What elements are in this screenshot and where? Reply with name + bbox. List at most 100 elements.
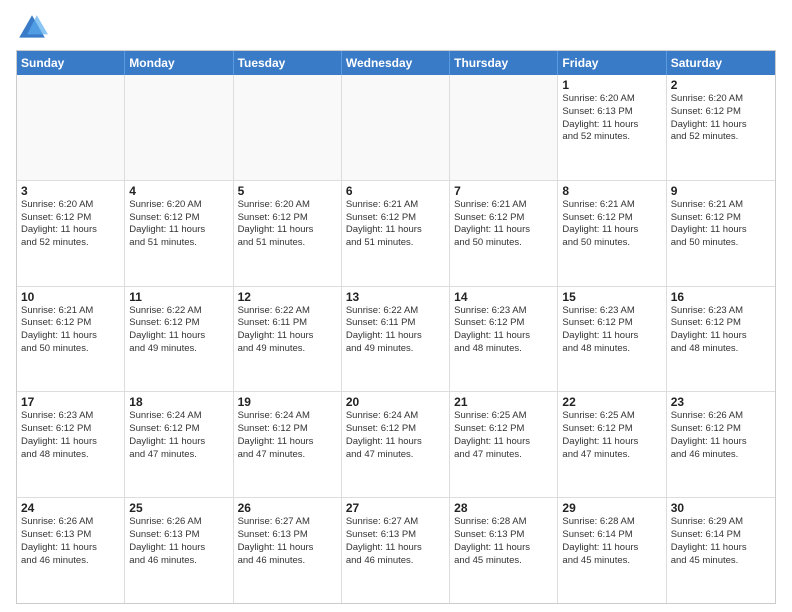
calendar-cell: 5Sunrise: 6:20 AM Sunset: 6:12 PM Daylig… <box>234 181 342 286</box>
cell-day-number: 7 <box>454 184 553 198</box>
calendar-cell: 30Sunrise: 6:29 AM Sunset: 6:14 PM Dayli… <box>667 498 775 603</box>
cell-day-number: 22 <box>562 395 661 409</box>
cell-info-text: Sunrise: 6:25 AM Sunset: 6:12 PM Dayligh… <box>562 410 661 461</box>
calendar-cell <box>125 75 233 180</box>
calendar-cell: 6Sunrise: 6:21 AM Sunset: 6:12 PM Daylig… <box>342 181 450 286</box>
cell-day-number: 5 <box>238 184 337 198</box>
calendar-header-cell: Tuesday <box>234 51 342 75</box>
cell-day-number: 17 <box>21 395 120 409</box>
cell-day-number: 27 <box>346 501 445 515</box>
calendar-cell: 14Sunrise: 6:23 AM Sunset: 6:12 PM Dayli… <box>450 287 558 392</box>
cell-day-number: 3 <box>21 184 120 198</box>
calendar-header-row: SundayMondayTuesdayWednesdayThursdayFrid… <box>17 51 775 75</box>
cell-info-text: Sunrise: 6:26 AM Sunset: 6:13 PM Dayligh… <box>21 516 120 567</box>
cell-day-number: 6 <box>346 184 445 198</box>
calendar-week: 1Sunrise: 6:20 AM Sunset: 6:13 PM Daylig… <box>17 75 775 180</box>
cell-day-number: 16 <box>671 290 771 304</box>
cell-day-number: 9 <box>671 184 771 198</box>
cell-info-text: Sunrise: 6:26 AM Sunset: 6:12 PM Dayligh… <box>671 410 771 461</box>
calendar-cell: 27Sunrise: 6:27 AM Sunset: 6:13 PM Dayli… <box>342 498 450 603</box>
calendar-header-cell: Wednesday <box>342 51 450 75</box>
cell-info-text: Sunrise: 6:21 AM Sunset: 6:12 PM Dayligh… <box>562 199 661 250</box>
calendar-header-cell: Saturday <box>667 51 775 75</box>
calendar-cell: 13Sunrise: 6:22 AM Sunset: 6:11 PM Dayli… <box>342 287 450 392</box>
cell-info-text: Sunrise: 6:27 AM Sunset: 6:13 PM Dayligh… <box>346 516 445 567</box>
calendar-cell: 7Sunrise: 6:21 AM Sunset: 6:12 PM Daylig… <box>450 181 558 286</box>
calendar-cell: 4Sunrise: 6:20 AM Sunset: 6:12 PM Daylig… <box>125 181 233 286</box>
cell-day-number: 11 <box>129 290 228 304</box>
cell-info-text: Sunrise: 6:29 AM Sunset: 6:14 PM Dayligh… <box>671 516 771 567</box>
cell-info-text: Sunrise: 6:20 AM Sunset: 6:12 PM Dayligh… <box>21 199 120 250</box>
cell-day-number: 4 <box>129 184 228 198</box>
cell-day-number: 1 <box>562 78 661 92</box>
cell-info-text: Sunrise: 6:23 AM Sunset: 6:12 PM Dayligh… <box>671 305 771 356</box>
cell-info-text: Sunrise: 6:22 AM Sunset: 6:11 PM Dayligh… <box>238 305 337 356</box>
cell-info-text: Sunrise: 6:25 AM Sunset: 6:12 PM Dayligh… <box>454 410 553 461</box>
calendar-cell: 28Sunrise: 6:28 AM Sunset: 6:13 PM Dayli… <box>450 498 558 603</box>
cell-day-number: 29 <box>562 501 661 515</box>
calendar-header-cell: Friday <box>558 51 666 75</box>
calendar-header-cell: Sunday <box>17 51 125 75</box>
calendar-week: 17Sunrise: 6:23 AM Sunset: 6:12 PM Dayli… <box>17 391 775 497</box>
cell-info-text: Sunrise: 6:24 AM Sunset: 6:12 PM Dayligh… <box>129 410 228 461</box>
calendar-cell: 22Sunrise: 6:25 AM Sunset: 6:12 PM Dayli… <box>558 392 666 497</box>
cell-info-text: Sunrise: 6:28 AM Sunset: 6:14 PM Dayligh… <box>562 516 661 567</box>
cell-info-text: Sunrise: 6:24 AM Sunset: 6:12 PM Dayligh… <box>346 410 445 461</box>
calendar-cell: 24Sunrise: 6:26 AM Sunset: 6:13 PM Dayli… <box>17 498 125 603</box>
calendar-cell: 21Sunrise: 6:25 AM Sunset: 6:12 PM Dayli… <box>450 392 558 497</box>
cell-day-number: 23 <box>671 395 771 409</box>
header <box>16 12 776 44</box>
cell-info-text: Sunrise: 6:20 AM Sunset: 6:12 PM Dayligh… <box>129 199 228 250</box>
calendar-cell: 18Sunrise: 6:24 AM Sunset: 6:12 PM Dayli… <box>125 392 233 497</box>
cell-info-text: Sunrise: 6:22 AM Sunset: 6:12 PM Dayligh… <box>129 305 228 356</box>
cell-info-text: Sunrise: 6:23 AM Sunset: 6:12 PM Dayligh… <box>454 305 553 356</box>
cell-day-number: 2 <box>671 78 771 92</box>
calendar-cell: 25Sunrise: 6:26 AM Sunset: 6:13 PM Dayli… <box>125 498 233 603</box>
cell-day-number: 13 <box>346 290 445 304</box>
cell-day-number: 18 <box>129 395 228 409</box>
calendar-cell: 26Sunrise: 6:27 AM Sunset: 6:13 PM Dayli… <box>234 498 342 603</box>
cell-info-text: Sunrise: 6:28 AM Sunset: 6:13 PM Dayligh… <box>454 516 553 567</box>
cell-day-number: 8 <box>562 184 661 198</box>
cell-info-text: Sunrise: 6:22 AM Sunset: 6:11 PM Dayligh… <box>346 305 445 356</box>
calendar-header-cell: Monday <box>125 51 233 75</box>
cell-day-number: 15 <box>562 290 661 304</box>
calendar-cell: 9Sunrise: 6:21 AM Sunset: 6:12 PM Daylig… <box>667 181 775 286</box>
logo <box>16 12 52 44</box>
cell-info-text: Sunrise: 6:21 AM Sunset: 6:12 PM Dayligh… <box>454 199 553 250</box>
calendar-cell <box>17 75 125 180</box>
calendar-cell: 15Sunrise: 6:23 AM Sunset: 6:12 PM Dayli… <box>558 287 666 392</box>
cell-day-number: 24 <box>21 501 120 515</box>
cell-info-text: Sunrise: 6:23 AM Sunset: 6:12 PM Dayligh… <box>562 305 661 356</box>
calendar-cell: 17Sunrise: 6:23 AM Sunset: 6:12 PM Dayli… <box>17 392 125 497</box>
cell-info-text: Sunrise: 6:27 AM Sunset: 6:13 PM Dayligh… <box>238 516 337 567</box>
calendar-week: 24Sunrise: 6:26 AM Sunset: 6:13 PM Dayli… <box>17 497 775 603</box>
cell-info-text: Sunrise: 6:21 AM Sunset: 6:12 PM Dayligh… <box>21 305 120 356</box>
cell-day-number: 12 <box>238 290 337 304</box>
cell-day-number: 26 <box>238 501 337 515</box>
cell-day-number: 20 <box>346 395 445 409</box>
calendar-cell: 1Sunrise: 6:20 AM Sunset: 6:13 PM Daylig… <box>558 75 666 180</box>
cell-info-text: Sunrise: 6:21 AM Sunset: 6:12 PM Dayligh… <box>671 199 771 250</box>
cell-day-number: 28 <box>454 501 553 515</box>
calendar-cell <box>342 75 450 180</box>
calendar-cell: 2Sunrise: 6:20 AM Sunset: 6:12 PM Daylig… <box>667 75 775 180</box>
calendar-week: 3Sunrise: 6:20 AM Sunset: 6:12 PM Daylig… <box>17 180 775 286</box>
calendar-cell: 19Sunrise: 6:24 AM Sunset: 6:12 PM Dayli… <box>234 392 342 497</box>
calendar-header-cell: Thursday <box>450 51 558 75</box>
calendar-cell: 23Sunrise: 6:26 AM Sunset: 6:12 PM Dayli… <box>667 392 775 497</box>
calendar-cell <box>234 75 342 180</box>
calendar-cell: 8Sunrise: 6:21 AM Sunset: 6:12 PM Daylig… <box>558 181 666 286</box>
cell-info-text: Sunrise: 6:20 AM Sunset: 6:13 PM Dayligh… <box>562 93 661 144</box>
cell-day-number: 30 <box>671 501 771 515</box>
cell-info-text: Sunrise: 6:23 AM Sunset: 6:12 PM Dayligh… <box>21 410 120 461</box>
calendar-cell <box>450 75 558 180</box>
page: SundayMondayTuesdayWednesdayThursdayFrid… <box>0 0 792 612</box>
calendar-cell: 20Sunrise: 6:24 AM Sunset: 6:12 PM Dayli… <box>342 392 450 497</box>
cell-day-number: 14 <box>454 290 553 304</box>
calendar-body: 1Sunrise: 6:20 AM Sunset: 6:13 PM Daylig… <box>17 75 775 603</box>
calendar-cell: 10Sunrise: 6:21 AM Sunset: 6:12 PM Dayli… <box>17 287 125 392</box>
logo-icon <box>16 12 48 44</box>
calendar-cell: 16Sunrise: 6:23 AM Sunset: 6:12 PM Dayli… <box>667 287 775 392</box>
cell-info-text: Sunrise: 6:26 AM Sunset: 6:13 PM Dayligh… <box>129 516 228 567</box>
